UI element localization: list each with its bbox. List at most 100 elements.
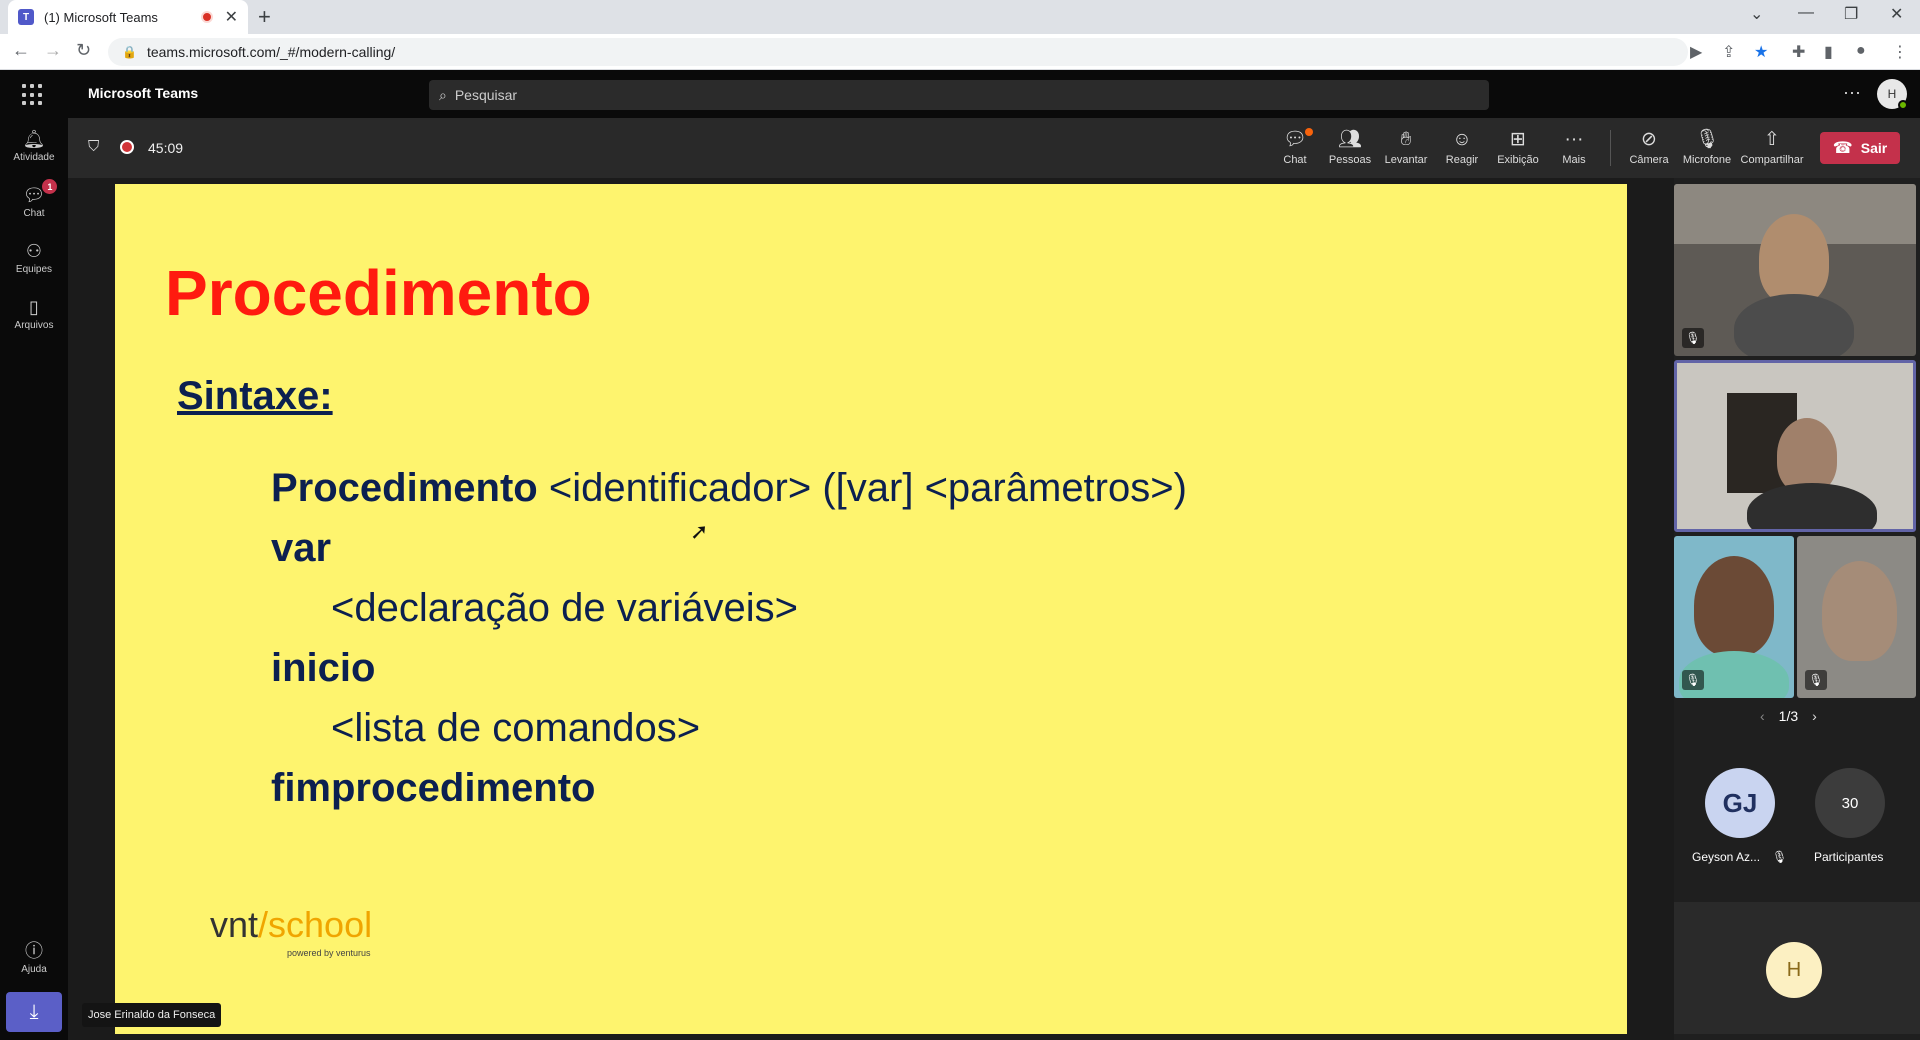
- browser-menu-icon[interactable]: ⋮: [1892, 42, 1908, 62]
- unread-badge: 1: [42, 179, 58, 194]
- browser-tab[interactable]: T (1) Microsoft Teams ✕: [8, 0, 248, 34]
- presence-status-icon: [1898, 100, 1908, 110]
- rail-label: Ajuda: [21, 964, 47, 975]
- button-label: Microfone: [1682, 154, 1732, 166]
- grid-view-icon: ⊞: [1510, 129, 1526, 150]
- meeting-timer: 45:09: [148, 140, 184, 156]
- gallery-pager: ‹ 1/3 ›: [1760, 708, 1817, 724]
- camera-button[interactable]: ⊘ Câmera: [1621, 128, 1677, 166]
- tab-title: (1) Microsoft Teams: [44, 9, 158, 25]
- logo-powered-by: powered by venturus: [287, 948, 371, 958]
- toolbar-divider: [1610, 130, 1611, 166]
- rail-label: Chat: [23, 208, 45, 219]
- people-icon: 👥︎: [1337, 129, 1363, 150]
- rail-item-teams[interactable]: ⚇ Equipes: [0, 230, 68, 286]
- chevron-right-icon[interactable]: ›: [1812, 708, 1817, 724]
- bookmark-star-icon[interactable]: ★: [1754, 42, 1768, 62]
- rail-item-help[interactable]: ⓘ Ajuda: [0, 930, 68, 986]
- presentation-slide: Procedimento Sintaxe: Procedimento <iden…: [115, 184, 1627, 1034]
- logo-vnt: vnt: [210, 904, 259, 945]
- mic-off-icon: 🎙︎: [1772, 850, 1788, 864]
- browser-toolbar: ← → ↻ 🔒 teams.microsoft.com/_#/modern-ca…: [0, 34, 1920, 70]
- leave-button[interactable]: ☎︎ Sair: [1820, 132, 1900, 164]
- code-line-1: Procedimento <identificador> ([var] <par…: [271, 466, 1187, 511]
- lock-icon: 🔒: [122, 45, 137, 59]
- rail-item-files[interactable]: ▯ Arquivos: [0, 286, 68, 342]
- raise-hand-button[interactable]: ✋︎ Levantar: [1378, 128, 1434, 166]
- download-button[interactable]: ⤓: [6, 992, 62, 1032]
- new-tab-button[interactable]: +: [258, 4, 271, 30]
- participant-name: Geyson Az...: [1692, 850, 1761, 864]
- address-bar[interactable]: 🔒 teams.microsoft.com/_#/modern-calling/: [108, 38, 1688, 66]
- participant-avatar[interactable]: GJ: [1705, 768, 1775, 838]
- button-label: Compartilhar: [1740, 154, 1804, 166]
- video-tile[interactable]: 🎙︎: [1674, 184, 1916, 356]
- code-line-6: fimprocedimento: [271, 766, 596, 810]
- participant-video: [1822, 561, 1897, 661]
- self-video-tile[interactable]: H: [1674, 902, 1920, 1034]
- tab-search-icon[interactable]: ⌄: [1750, 4, 1763, 24]
- view-button[interactable]: ⊞ Exibição: [1490, 128, 1546, 166]
- button-label: Pessoas: [1328, 154, 1372, 166]
- share-button[interactable]: ⇧ Compartilhar: [1741, 128, 1804, 166]
- button-label: Câmera: [1629, 154, 1669, 166]
- button-label: Reagir: [1445, 154, 1479, 166]
- slide-subtitle: Sintaxe:: [177, 374, 333, 418]
- reload-button[interactable]: ↻: [76, 40, 91, 61]
- leave-label: Sair: [1860, 140, 1888, 156]
- microphone-button[interactable]: 🎙︎ Microfone: [1679, 128, 1735, 166]
- button-label: Mais: [1562, 154, 1586, 166]
- teams-icon: ⚇: [25, 241, 43, 261]
- code-text: <identificador> ([var] <parâmetros>): [537, 466, 1187, 510]
- participant-count[interactable]: 30: [1815, 768, 1885, 838]
- ellipsis-icon: ···: [1564, 129, 1584, 150]
- search-input[interactable]: ⌕ Pesquisar: [429, 80, 1489, 110]
- user-avatar[interactable]: H: [1877, 79, 1908, 110]
- camera-in-use-icon[interactable]: ▶: [1690, 42, 1702, 62]
- code-line-5: <lista de comandos>: [331, 706, 701, 750]
- profile-icon[interactable]: ●: [1856, 42, 1866, 60]
- recording-icon: [200, 11, 213, 23]
- minimize-button[interactable]: —: [1798, 4, 1814, 22]
- chevron-left-icon[interactable]: ‹: [1760, 708, 1765, 724]
- more-options-icon[interactable]: ···: [1843, 82, 1861, 103]
- close-window-button[interactable]: ✕: [1890, 4, 1903, 24]
- rail-item-activity[interactable]: 🔔︎ Atividade: [0, 118, 68, 174]
- tab-close-icon[interactable]: ✕: [225, 7, 238, 27]
- share-screen-icon: ⇧: [1764, 129, 1780, 150]
- restore-button[interactable]: ❐: [1844, 4, 1858, 24]
- extensions-icon[interactable]: ✚: [1792, 42, 1805, 62]
- forward-button[interactable]: →: [44, 40, 62, 61]
- mic-off-icon: 🎙︎: [1694, 129, 1720, 150]
- presenter-name-tag: Jose Erinaldo da Fonseca: [82, 1003, 222, 1027]
- search-icon: ⌕: [439, 86, 447, 103]
- download-icon: ⤓: [29, 1000, 39, 1023]
- chat-button[interactable]: 💬︎ Chat: [1267, 128, 1323, 166]
- chat-icon: 💬︎: [1283, 128, 1314, 152]
- more-button[interactable]: ··· Mais: [1546, 128, 1602, 166]
- url-text: teams.microsoft.com/_#/modern-calling/: [146, 44, 396, 60]
- people-button[interactable]: 👥︎ Pessoas: [1322, 128, 1378, 166]
- button-label: Exibição: [1497, 154, 1539, 166]
- hang-up-icon: ☎︎: [1832, 140, 1853, 157]
- share-icon[interactable]: ⇪: [1722, 42, 1735, 62]
- teams-favicon-icon: T: [18, 9, 34, 25]
- video-tile-active[interactable]: [1674, 360, 1916, 532]
- mouse-cursor-icon: ➚: [690, 519, 709, 544]
- code-line-3: <declaração de variáveis>: [331, 586, 798, 630]
- participant-video: [1777, 418, 1837, 493]
- rail-label: Equipes: [15, 264, 53, 275]
- button-label: Chat: [1283, 154, 1307, 166]
- rail-item-chat[interactable]: 💬︎ 1 Chat: [0, 174, 68, 230]
- back-button[interactable]: ←: [12, 40, 30, 61]
- side-panel-icon[interactable]: ▮: [1824, 42, 1833, 62]
- video-tile[interactable]: 🎙︎: [1797, 536, 1916, 698]
- react-button[interactable]: ☺ Reagir: [1434, 128, 1490, 166]
- shield-icon[interactable]: ⛉: [88, 138, 99, 155]
- video-tile[interactable]: 🎙︎: [1674, 536, 1794, 698]
- app-launcher-icon[interactable]: [22, 84, 44, 106]
- browser-tabbar: T (1) Microsoft Teams ✕ + ⌄ — ❐ ✕: [0, 0, 1920, 34]
- code-keyword: Procedimento: [271, 466, 538, 510]
- left-rail: 🔔︎ Atividade 💬︎ 1 Chat ⚇ Equipes ▯ Arquiv…: [0, 118, 68, 1040]
- code-line-4: inicio: [271, 646, 376, 690]
